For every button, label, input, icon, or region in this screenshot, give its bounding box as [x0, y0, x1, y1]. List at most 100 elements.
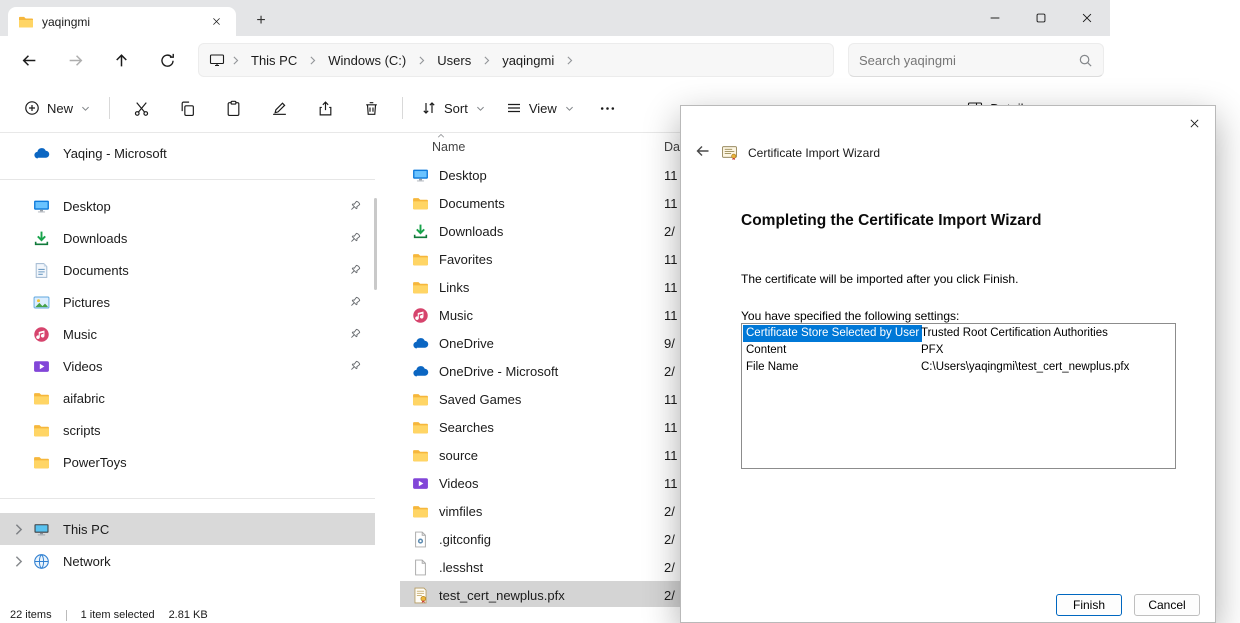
- folder-icon: [18, 14, 34, 30]
- sidebar-item-onedrive[interactable]: Yaqing - Microsoft: [0, 137, 375, 169]
- file-name: Desktop: [439, 168, 487, 183]
- tab-close-button[interactable]: [206, 12, 226, 32]
- breadcrumb-windows-c[interactable]: Windows (C:): [321, 51, 413, 70]
- new-button[interactable]: New: [14, 91, 101, 125]
- sidebar-item-desktop[interactable]: Desktop: [0, 190, 375, 222]
- breadcrumb-users[interactable]: Users: [430, 51, 478, 70]
- divider: [402, 97, 403, 119]
- setting-key: File Name: [743, 359, 801, 376]
- more-options-button[interactable]: [585, 91, 631, 125]
- sidebar-item-music[interactable]: Music: [0, 318, 375, 350]
- videos-icon: [33, 358, 50, 375]
- setting-key: Certificate Store Selected by User: [743, 325, 922, 342]
- settings-list[interactable]: Certificate Store Selected by User Trust…: [741, 323, 1176, 469]
- sidebar-item-label: Music: [63, 327, 97, 342]
- download-icon: [33, 230, 50, 247]
- file-date: 2/: [664, 504, 675, 519]
- refresh-icon: [159, 52, 176, 69]
- tab-title: yaqingmi: [42, 15, 90, 29]
- search-box[interactable]: [848, 43, 1104, 77]
- certificate-import-wizard-dialog: Certificate Import Wizard Completing the…: [680, 105, 1216, 623]
- pictures-icon: [33, 294, 50, 311]
- paste-button[interactable]: [210, 91, 256, 125]
- settings-row-store[interactable]: Certificate Store Selected by User Trust…: [743, 325, 1174, 342]
- cut-button[interactable]: [118, 91, 164, 125]
- chevron-right-icon[interactable]: [10, 553, 27, 570]
- delete-button[interactable]: [348, 91, 394, 125]
- settings-row-content[interactable]: Content PFX: [743, 342, 1174, 359]
- maximize-icon: [1034, 11, 1048, 25]
- file-name: Favorites: [439, 252, 492, 267]
- minimize-icon: [988, 11, 1002, 25]
- sidebar-scrollbar[interactable]: [374, 198, 377, 290]
- dialog-back-button[interactable]: [695, 143, 711, 162]
- videos-icon: [412, 475, 429, 492]
- sidebar-item-scripts[interactable]: scripts: [0, 414, 375, 446]
- wizard-heading: Completing the Certificate Import Wizard: [741, 212, 1041, 230]
- finish-button[interactable]: Finish: [1056, 594, 1122, 616]
- forward-button[interactable]: [56, 42, 94, 78]
- rename-button[interactable]: [256, 91, 302, 125]
- sidebar-item-pictures[interactable]: Pictures: [0, 286, 375, 318]
- back-button[interactable]: [10, 42, 48, 78]
- view-button[interactable]: View: [496, 91, 585, 125]
- cloud-icon: [412, 335, 429, 352]
- setting-value: Trusted Root Certification Authorities: [921, 325, 1108, 342]
- sort-button[interactable]: Sort: [411, 91, 496, 125]
- sidebar-item-downloads[interactable]: Downloads: [0, 222, 375, 254]
- minimize-button[interactable]: [972, 0, 1018, 36]
- file-name: .lesshst: [439, 560, 483, 575]
- sidebar-item-videos[interactable]: Videos: [0, 350, 375, 382]
- share-button[interactable]: [302, 91, 348, 125]
- music-icon: [33, 326, 50, 343]
- column-header-name[interactable]: Name: [400, 140, 465, 154]
- chevron-right-icon: [480, 54, 493, 67]
- sidebar-item-label: Documents: [63, 263, 129, 278]
- file-date: 9/: [664, 336, 675, 351]
- view-icon: [506, 100, 522, 116]
- maximize-button[interactable]: [1018, 0, 1064, 36]
- back-icon: [695, 143, 711, 159]
- divider: [0, 498, 375, 499]
- folder-icon: [412, 391, 429, 408]
- close-window-button[interactable]: [1064, 0, 1110, 36]
- file-name: Saved Games: [439, 392, 521, 407]
- sidebar-item-aifabric[interactable]: aifabric: [0, 382, 375, 414]
- cloud-icon: [33, 145, 50, 162]
- sidebar-item-powertoys[interactable]: PowerToys: [0, 446, 375, 478]
- file-date: 11: [664, 308, 678, 323]
- file-date: 11: [664, 252, 678, 267]
- folder-icon: [412, 503, 429, 520]
- close-icon: [1080, 11, 1094, 25]
- desktop-icon: [412, 167, 429, 184]
- sidebar-item-network[interactable]: Network: [0, 545, 375, 577]
- sidebar-item-this-pc[interactable]: This PC: [0, 513, 375, 545]
- file-name: Links: [439, 280, 469, 295]
- chevron-right-icon[interactable]: [10, 521, 27, 538]
- cancel-button[interactable]: Cancel: [1134, 594, 1200, 616]
- network-icon: [33, 553, 50, 570]
- explorer-tab[interactable]: yaqingmi: [8, 7, 236, 36]
- chevron-up-icon: [436, 131, 446, 141]
- column-header-date[interactable]: Da: [664, 140, 680, 154]
- new-tab-button[interactable]: +: [248, 8, 274, 34]
- copy-button[interactable]: [164, 91, 210, 125]
- dialog-close-button[interactable]: [1177, 109, 1211, 137]
- up-icon: [113, 52, 130, 69]
- up-button[interactable]: [102, 42, 140, 78]
- breadcrumb-this-pc[interactable]: This PC: [244, 51, 304, 70]
- setting-value: PFX: [921, 342, 943, 359]
- wizard-intro-text: The certificate will be imported after y…: [741, 272, 1018, 286]
- file-date: 11: [664, 168, 678, 183]
- setting-key: Content: [743, 342, 789, 359]
- chevron-right-icon: [563, 54, 576, 67]
- search-input[interactable]: [859, 53, 1078, 68]
- refresh-button[interactable]: [148, 42, 186, 78]
- gear-file-icon: [412, 531, 429, 548]
- breadcrumb-yaqingmi[interactable]: yaqingmi: [495, 51, 561, 70]
- settings-row-filename[interactable]: File Name C:\Users\yaqingmi\test_cert_ne…: [743, 359, 1174, 376]
- view-label: View: [529, 101, 557, 116]
- folder-icon: [33, 422, 50, 439]
- certificate-icon: [412, 587, 429, 604]
- sidebar-item-documents[interactable]: Documents: [0, 254, 375, 286]
